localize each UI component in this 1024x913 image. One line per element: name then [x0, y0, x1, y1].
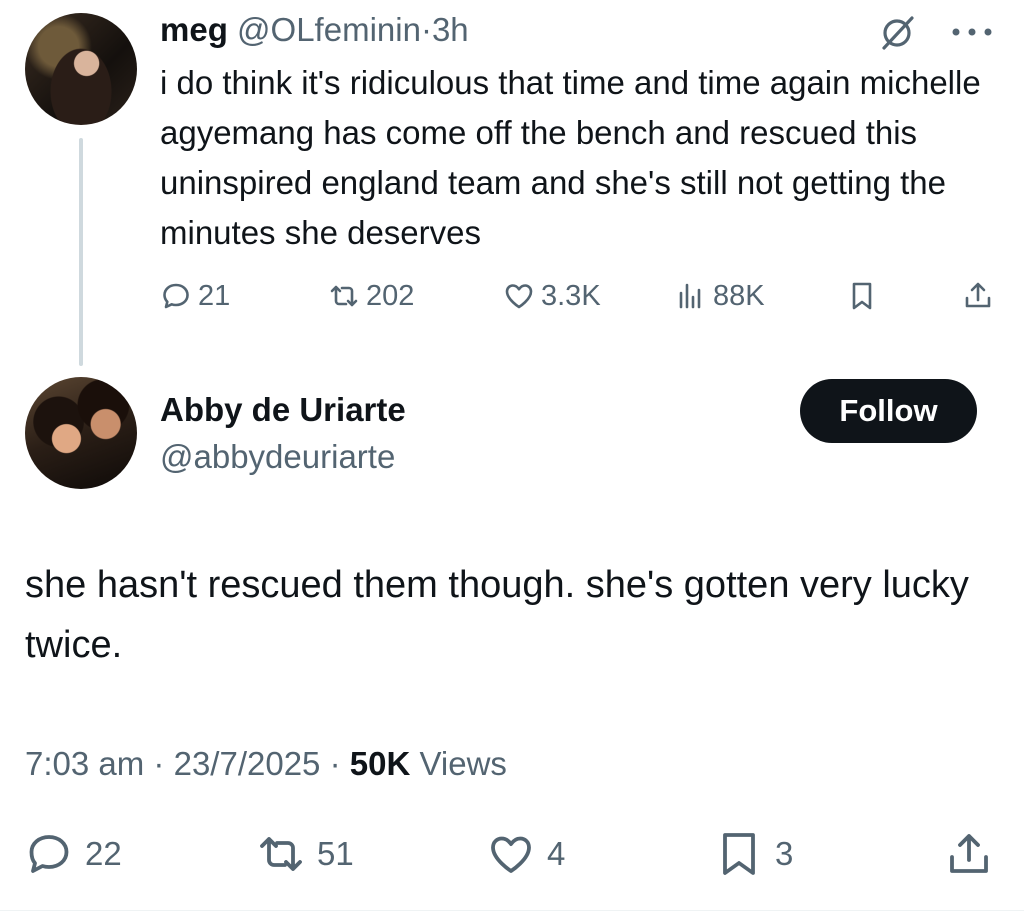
follow-button[interactable]: Follow — [800, 379, 977, 443]
tweet2-repost-count: 51 — [317, 835, 354, 872]
tweet1-separator: · — [420, 11, 432, 48]
tweet2-bookmark-count: 3 — [775, 835, 794, 872]
bookmark-icon — [723, 833, 755, 875]
thread-line — [79, 138, 83, 366]
tweet2-reply-count: 22 — [85, 835, 122, 872]
timestamp-separator: · — [153, 745, 165, 782]
tweet1-time[interactable]: 3h — [432, 11, 469, 48]
tweet2-text: she hasn't rescued them though. she's go… — [25, 564, 969, 666]
tweet1-like-button[interactable]: 3.3K — [503, 276, 601, 316]
grok-slash-icon[interactable] — [878, 14, 916, 52]
tweet2-like-button[interactable]: 4 — [487, 826, 565, 882]
speech-bubble-icon — [29, 835, 69, 873]
tweet2-bookmark-button[interactable]: 3 — [715, 826, 793, 882]
tweet2-display-name[interactable]: Abby de Uriarte — [160, 390, 406, 430]
tweet1-reply-button[interactable]: 21 — [160, 276, 230, 316]
bookmark-icon — [852, 282, 872, 310]
bottom-divider — [0, 910, 1024, 911]
tweet1-bookmark-button[interactable] — [846, 276, 878, 316]
tweet1-views-button[interactable]: 88K — [675, 276, 765, 316]
tweet2-timestamp: 7:03 am · 23/7/2025 · 50K Views — [25, 742, 507, 786]
tweet1-like-count: 3.3K — [541, 279, 601, 312]
avatar-abby[interactable] — [25, 377, 137, 489]
tweet2-time[interactable]: 7:03 am — [25, 745, 144, 782]
heart-icon — [491, 836, 531, 873]
tweet2-date[interactable]: 23/7/2025 — [174, 745, 321, 782]
tweet1-handle[interactable]: @OLfeminin — [237, 11, 421, 48]
tweet1-repost-count: 202 — [366, 279, 415, 312]
avatar-meg[interactable] — [25, 13, 137, 125]
tweet1-reply-count: 21 — [198, 279, 231, 312]
tweet2-reply-button[interactable]: 22 — [25, 826, 122, 882]
tweet2-repost-button[interactable]: 51 — [257, 826, 354, 882]
tweet2-views-count: 50K — [349, 745, 411, 782]
repost-arrows-icon — [260, 837, 302, 871]
tweet1-view-count: 88K — [713, 279, 765, 312]
repost-arrows-icon — [330, 285, 358, 307]
bar-chart-icon — [679, 283, 701, 309]
more-dots-icon[interactable] — [948, 20, 996, 44]
tweet1-share-button[interactable] — [962, 276, 994, 316]
speech-bubble-icon — [163, 283, 189, 309]
tweet1-display-name[interactable]: meg — [160, 11, 228, 48]
tweet2-like-count: 4 — [547, 835, 566, 872]
tweet1-repost-button[interactable]: 202 — [328, 276, 414, 316]
share-upload-icon — [950, 834, 988, 873]
timestamp-separator: · — [329, 745, 341, 782]
tweet1-text: i do think it's ridiculous that time and… — [160, 64, 981, 251]
heart-icon — [505, 284, 533, 309]
tweet2-handle[interactable]: @abbydeuriarte — [160, 437, 395, 477]
tweet2-share-button[interactable] — [945, 826, 993, 882]
tweet2-views-label: Views — [419, 745, 507, 782]
tweet1-header: meg @OLfeminin·3h — [160, 10, 469, 50]
share-upload-icon — [965, 282, 991, 308]
